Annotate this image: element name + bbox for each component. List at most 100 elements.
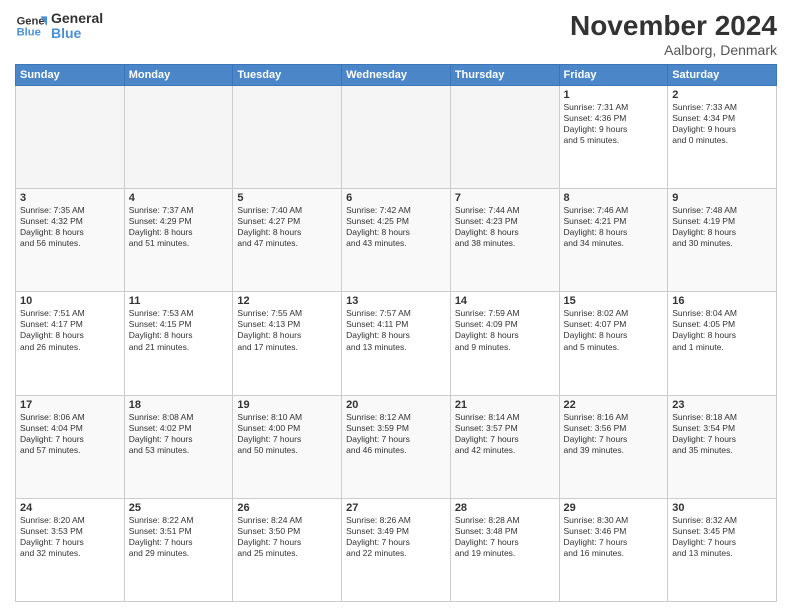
day-info: Sunrise: 8:06 AM Sunset: 4:04 PM Dayligh… <box>20 412 120 456</box>
day-number: 17 <box>20 399 120 411</box>
day-info: Sunrise: 7:48 AM Sunset: 4:19 PM Dayligh… <box>672 205 772 249</box>
day-number: 30 <box>672 502 772 514</box>
day-info: Sunrise: 8:28 AM Sunset: 3:48 PM Dayligh… <box>455 515 555 559</box>
day-number: 15 <box>564 295 664 307</box>
day-number: 10 <box>20 295 120 307</box>
calendar-cell: 21Sunrise: 8:14 AM Sunset: 3:57 PM Dayli… <box>450 395 559 498</box>
day-info: Sunrise: 8:30 AM Sunset: 3:46 PM Dayligh… <box>564 515 664 559</box>
logo-general: General <box>51 11 103 26</box>
weekday-header-saturday: Saturday <box>668 65 777 86</box>
day-number: 22 <box>564 399 664 411</box>
weekday-header-sunday: Sunday <box>16 65 125 86</box>
calendar-cell: 15Sunrise: 8:02 AM Sunset: 4:07 PM Dayli… <box>559 292 668 395</box>
day-info: Sunrise: 8:10 AM Sunset: 4:00 PM Dayligh… <box>237 412 337 456</box>
logo-blue: Blue <box>51 26 103 41</box>
calendar-cell <box>124 86 233 189</box>
weekday-header-friday: Friday <box>559 65 668 86</box>
calendar-cell: 14Sunrise: 7:59 AM Sunset: 4:09 PM Dayli… <box>450 292 559 395</box>
day-info: Sunrise: 8:22 AM Sunset: 3:51 PM Dayligh… <box>129 515 229 559</box>
day-number: 1 <box>564 89 664 101</box>
day-info: Sunrise: 7:55 AM Sunset: 4:13 PM Dayligh… <box>237 308 337 352</box>
day-info: Sunrise: 7:40 AM Sunset: 4:27 PM Dayligh… <box>237 205 337 249</box>
calendar-cell <box>450 86 559 189</box>
day-number: 18 <box>129 399 229 411</box>
day-info: Sunrise: 8:04 AM Sunset: 4:05 PM Dayligh… <box>672 308 772 352</box>
weekday-header-monday: Monday <box>124 65 233 86</box>
day-number: 16 <box>672 295 772 307</box>
day-number: 11 <box>129 295 229 307</box>
calendar-week-row: 17Sunrise: 8:06 AM Sunset: 4:04 PM Dayli… <box>16 395 777 498</box>
calendar-cell: 25Sunrise: 8:22 AM Sunset: 3:51 PM Dayli… <box>124 498 233 601</box>
calendar-cell: 19Sunrise: 8:10 AM Sunset: 4:00 PM Dayli… <box>233 395 342 498</box>
logo: General Blue General Blue <box>15 10 103 42</box>
day-number: 21 <box>455 399 555 411</box>
calendar-cell: 12Sunrise: 7:55 AM Sunset: 4:13 PM Dayli… <box>233 292 342 395</box>
calendar-cell: 24Sunrise: 8:20 AM Sunset: 3:53 PM Dayli… <box>16 498 125 601</box>
location: Aalborg, Denmark <box>570 42 777 58</box>
day-number: 29 <box>564 502 664 514</box>
day-number: 23 <box>672 399 772 411</box>
day-number: 27 <box>346 502 446 514</box>
day-info: Sunrise: 7:46 AM Sunset: 4:21 PM Dayligh… <box>564 205 664 249</box>
calendar-cell <box>342 86 451 189</box>
day-number: 20 <box>346 399 446 411</box>
calendar-week-row: 10Sunrise: 7:51 AM Sunset: 4:17 PM Dayli… <box>16 292 777 395</box>
day-number: 5 <box>237 192 337 204</box>
day-number: 8 <box>564 192 664 204</box>
calendar-cell: 22Sunrise: 8:16 AM Sunset: 3:56 PM Dayli… <box>559 395 668 498</box>
day-number: 4 <box>129 192 229 204</box>
calendar-cell: 28Sunrise: 8:28 AM Sunset: 3:48 PM Dayli… <box>450 498 559 601</box>
day-number: 3 <box>20 192 120 204</box>
day-info: Sunrise: 8:24 AM Sunset: 3:50 PM Dayligh… <box>237 515 337 559</box>
calendar-cell: 8Sunrise: 7:46 AM Sunset: 4:21 PM Daylig… <box>559 189 668 292</box>
calendar-cell: 30Sunrise: 8:32 AM Sunset: 3:45 PM Dayli… <box>668 498 777 601</box>
day-number: 2 <box>672 89 772 101</box>
day-number: 25 <box>129 502 229 514</box>
calendar-cell: 3Sunrise: 7:35 AM Sunset: 4:32 PM Daylig… <box>16 189 125 292</box>
calendar-cell: 17Sunrise: 8:06 AM Sunset: 4:04 PM Dayli… <box>16 395 125 498</box>
day-info: Sunrise: 7:33 AM Sunset: 4:34 PM Dayligh… <box>672 102 772 146</box>
weekday-header-thursday: Thursday <box>450 65 559 86</box>
day-info: Sunrise: 7:44 AM Sunset: 4:23 PM Dayligh… <box>455 205 555 249</box>
day-number: 19 <box>237 399 337 411</box>
weekday-header-row: SundayMondayTuesdayWednesdayThursdayFrid… <box>16 65 777 86</box>
calendar-week-row: 24Sunrise: 8:20 AM Sunset: 3:53 PM Dayli… <box>16 498 777 601</box>
calendar-week-row: 1Sunrise: 7:31 AM Sunset: 4:36 PM Daylig… <box>16 86 777 189</box>
day-number: 26 <box>237 502 337 514</box>
calendar-cell: 18Sunrise: 8:08 AM Sunset: 4:02 PM Dayli… <box>124 395 233 498</box>
calendar-cell: 29Sunrise: 8:30 AM Sunset: 3:46 PM Dayli… <box>559 498 668 601</box>
calendar-cell: 5Sunrise: 7:40 AM Sunset: 4:27 PM Daylig… <box>233 189 342 292</box>
day-number: 12 <box>237 295 337 307</box>
weekday-header-tuesday: Tuesday <box>233 65 342 86</box>
calendar-cell: 27Sunrise: 8:26 AM Sunset: 3:49 PM Dayli… <box>342 498 451 601</box>
page: General Blue General Blue November 2024 … <box>0 0 792 612</box>
day-info: Sunrise: 8:12 AM Sunset: 3:59 PM Dayligh… <box>346 412 446 456</box>
day-info: Sunrise: 8:02 AM Sunset: 4:07 PM Dayligh… <box>564 308 664 352</box>
day-info: Sunrise: 8:08 AM Sunset: 4:02 PM Dayligh… <box>129 412 229 456</box>
calendar-cell <box>16 86 125 189</box>
day-info: Sunrise: 7:57 AM Sunset: 4:11 PM Dayligh… <box>346 308 446 352</box>
weekday-header-wednesday: Wednesday <box>342 65 451 86</box>
day-info: Sunrise: 7:37 AM Sunset: 4:29 PM Dayligh… <box>129 205 229 249</box>
svg-text:Blue: Blue <box>17 27 41 39</box>
day-number: 13 <box>346 295 446 307</box>
day-info: Sunrise: 8:16 AM Sunset: 3:56 PM Dayligh… <box>564 412 664 456</box>
calendar-cell: 10Sunrise: 7:51 AM Sunset: 4:17 PM Dayli… <box>16 292 125 395</box>
day-info: Sunrise: 7:51 AM Sunset: 4:17 PM Dayligh… <box>20 308 120 352</box>
day-info: Sunrise: 8:26 AM Sunset: 3:49 PM Dayligh… <box>346 515 446 559</box>
day-number: 28 <box>455 502 555 514</box>
day-info: Sunrise: 7:59 AM Sunset: 4:09 PM Dayligh… <box>455 308 555 352</box>
calendar-cell: 26Sunrise: 8:24 AM Sunset: 3:50 PM Dayli… <box>233 498 342 601</box>
header: General Blue General Blue November 2024 … <box>15 10 777 58</box>
calendar-table: SundayMondayTuesdayWednesdayThursdayFrid… <box>15 64 777 602</box>
day-info: Sunrise: 7:31 AM Sunset: 4:36 PM Dayligh… <box>564 102 664 146</box>
day-info: Sunrise: 8:18 AM Sunset: 3:54 PM Dayligh… <box>672 412 772 456</box>
day-number: 24 <box>20 502 120 514</box>
calendar-week-row: 3Sunrise: 7:35 AM Sunset: 4:32 PM Daylig… <box>16 189 777 292</box>
calendar-cell: 2Sunrise: 7:33 AM Sunset: 4:34 PM Daylig… <box>668 86 777 189</box>
day-info: Sunrise: 8:14 AM Sunset: 3:57 PM Dayligh… <box>455 412 555 456</box>
day-info: Sunrise: 7:42 AM Sunset: 4:25 PM Dayligh… <box>346 205 446 249</box>
day-number: 6 <box>346 192 446 204</box>
day-number: 7 <box>455 192 555 204</box>
calendar-cell: 13Sunrise: 7:57 AM Sunset: 4:11 PM Dayli… <box>342 292 451 395</box>
